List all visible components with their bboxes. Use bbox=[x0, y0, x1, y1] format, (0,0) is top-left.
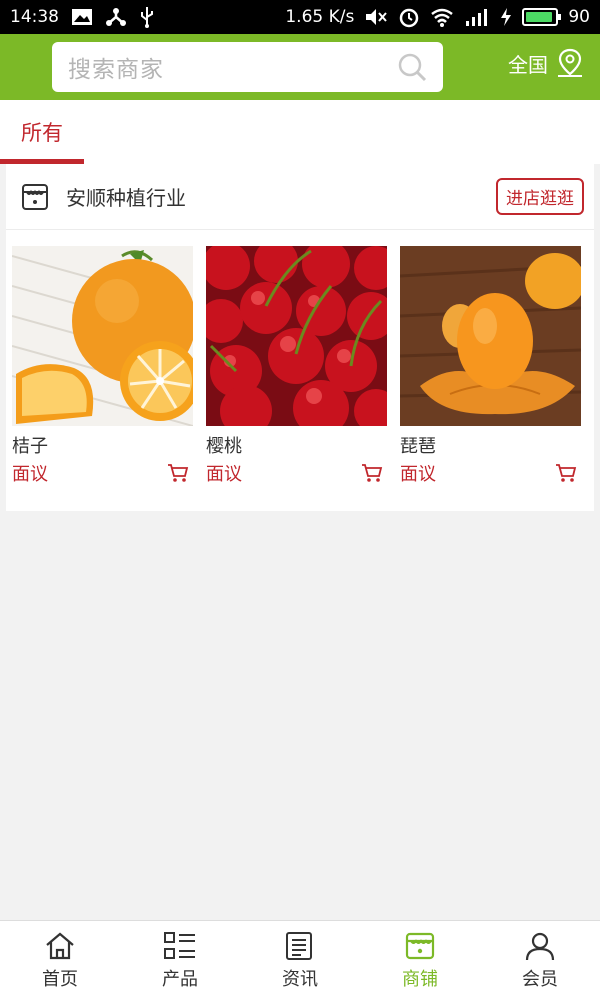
search-placeholder: 搜索商家 bbox=[68, 57, 164, 83]
nav-item-news[interactable]: 资讯 bbox=[240, 921, 360, 1000]
product-price: 面议 bbox=[206, 464, 242, 485]
product-image-loquat[interactable] bbox=[400, 246, 581, 426]
header-bar: 搜索商家 全国 bbox=[0, 34, 600, 100]
usb-icon bbox=[141, 7, 153, 28]
product-name[interactable]: 桔子 bbox=[12, 432, 193, 458]
bottom-nav: 首页 产品 资讯 商铺 会员 bbox=[0, 920, 600, 1000]
nav-item-shops[interactable]: 商铺 bbox=[360, 921, 480, 1000]
share-icon bbox=[106, 8, 126, 26]
nav-label: 资讯 bbox=[282, 968, 318, 990]
cart-icon[interactable] bbox=[167, 463, 189, 483]
nav-item-member[interactable]: 会员 bbox=[480, 921, 600, 1000]
shop-icon bbox=[405, 932, 435, 959]
alarm-icon bbox=[400, 8, 419, 28]
search-icon[interactable] bbox=[397, 52, 427, 82]
region-selector[interactable]: 全国 bbox=[508, 48, 584, 78]
product-image-orange[interactable] bbox=[12, 246, 193, 426]
news-icon bbox=[286, 931, 312, 960]
product-name[interactable]: 樱桃 bbox=[206, 432, 387, 458]
visit-store-button[interactable]: 进店逛逛 bbox=[496, 178, 584, 215]
product-image-cherry[interactable] bbox=[206, 246, 387, 426]
signal-icon bbox=[466, 9, 488, 26]
product-price: 面议 bbox=[12, 464, 48, 485]
cart-icon[interactable] bbox=[555, 463, 577, 483]
mute-icon bbox=[366, 9, 388, 25]
product-list: 桔子 面议 樱桃 面议 琵琶 面议 bbox=[12, 246, 581, 486]
store-icon bbox=[22, 183, 48, 210]
shop-header: 安顺种植行业 进店逛逛 bbox=[6, 164, 594, 230]
category-tabs: 所有 bbox=[0, 100, 600, 164]
status-bar: 14:38 1.65 K/s 90 bbox=[0, 0, 600, 34]
battery-icon bbox=[522, 8, 562, 26]
shop-name: 安顺种植行业 bbox=[66, 186, 186, 210]
user-icon bbox=[525, 932, 555, 960]
status-time: 14:38 bbox=[10, 7, 59, 27]
cart-icon[interactable] bbox=[361, 463, 383, 483]
charging-icon bbox=[501, 8, 512, 26]
product-card[interactable]: 琵琶 面议 bbox=[400, 246, 581, 486]
nav-item-home[interactable]: 首页 bbox=[0, 921, 120, 1000]
shop-card: 安顺种植行业 进店逛逛 桔子 面议 樱桃 面议 琵琶 面议 bbox=[6, 164, 594, 511]
product-name[interactable]: 琵琶 bbox=[400, 432, 581, 458]
product-price: 面议 bbox=[400, 464, 436, 485]
image-notification-icon bbox=[72, 9, 92, 25]
nav-item-products[interactable]: 产品 bbox=[120, 921, 240, 1000]
nav-label: 商铺 bbox=[402, 968, 438, 990]
region-label: 全国 bbox=[508, 52, 548, 77]
product-card[interactable]: 桔子 面议 bbox=[12, 246, 193, 486]
search-input[interactable]: 搜索商家 bbox=[52, 42, 443, 92]
tab-all[interactable]: 所有 bbox=[0, 100, 84, 164]
grid-list-icon bbox=[164, 931, 195, 959]
wifi-icon bbox=[431, 8, 454, 27]
battery-percent: 90 bbox=[568, 7, 590, 27]
home-icon bbox=[46, 932, 74, 959]
network-speed: 1.65 K/s bbox=[285, 7, 355, 27]
nav-label: 会员 bbox=[522, 968, 558, 990]
product-card[interactable]: 樱桃 面议 bbox=[206, 246, 387, 486]
nav-label: 产品 bbox=[162, 968, 198, 990]
nav-label: 首页 bbox=[42, 968, 78, 990]
location-pin-icon bbox=[558, 48, 582, 77]
